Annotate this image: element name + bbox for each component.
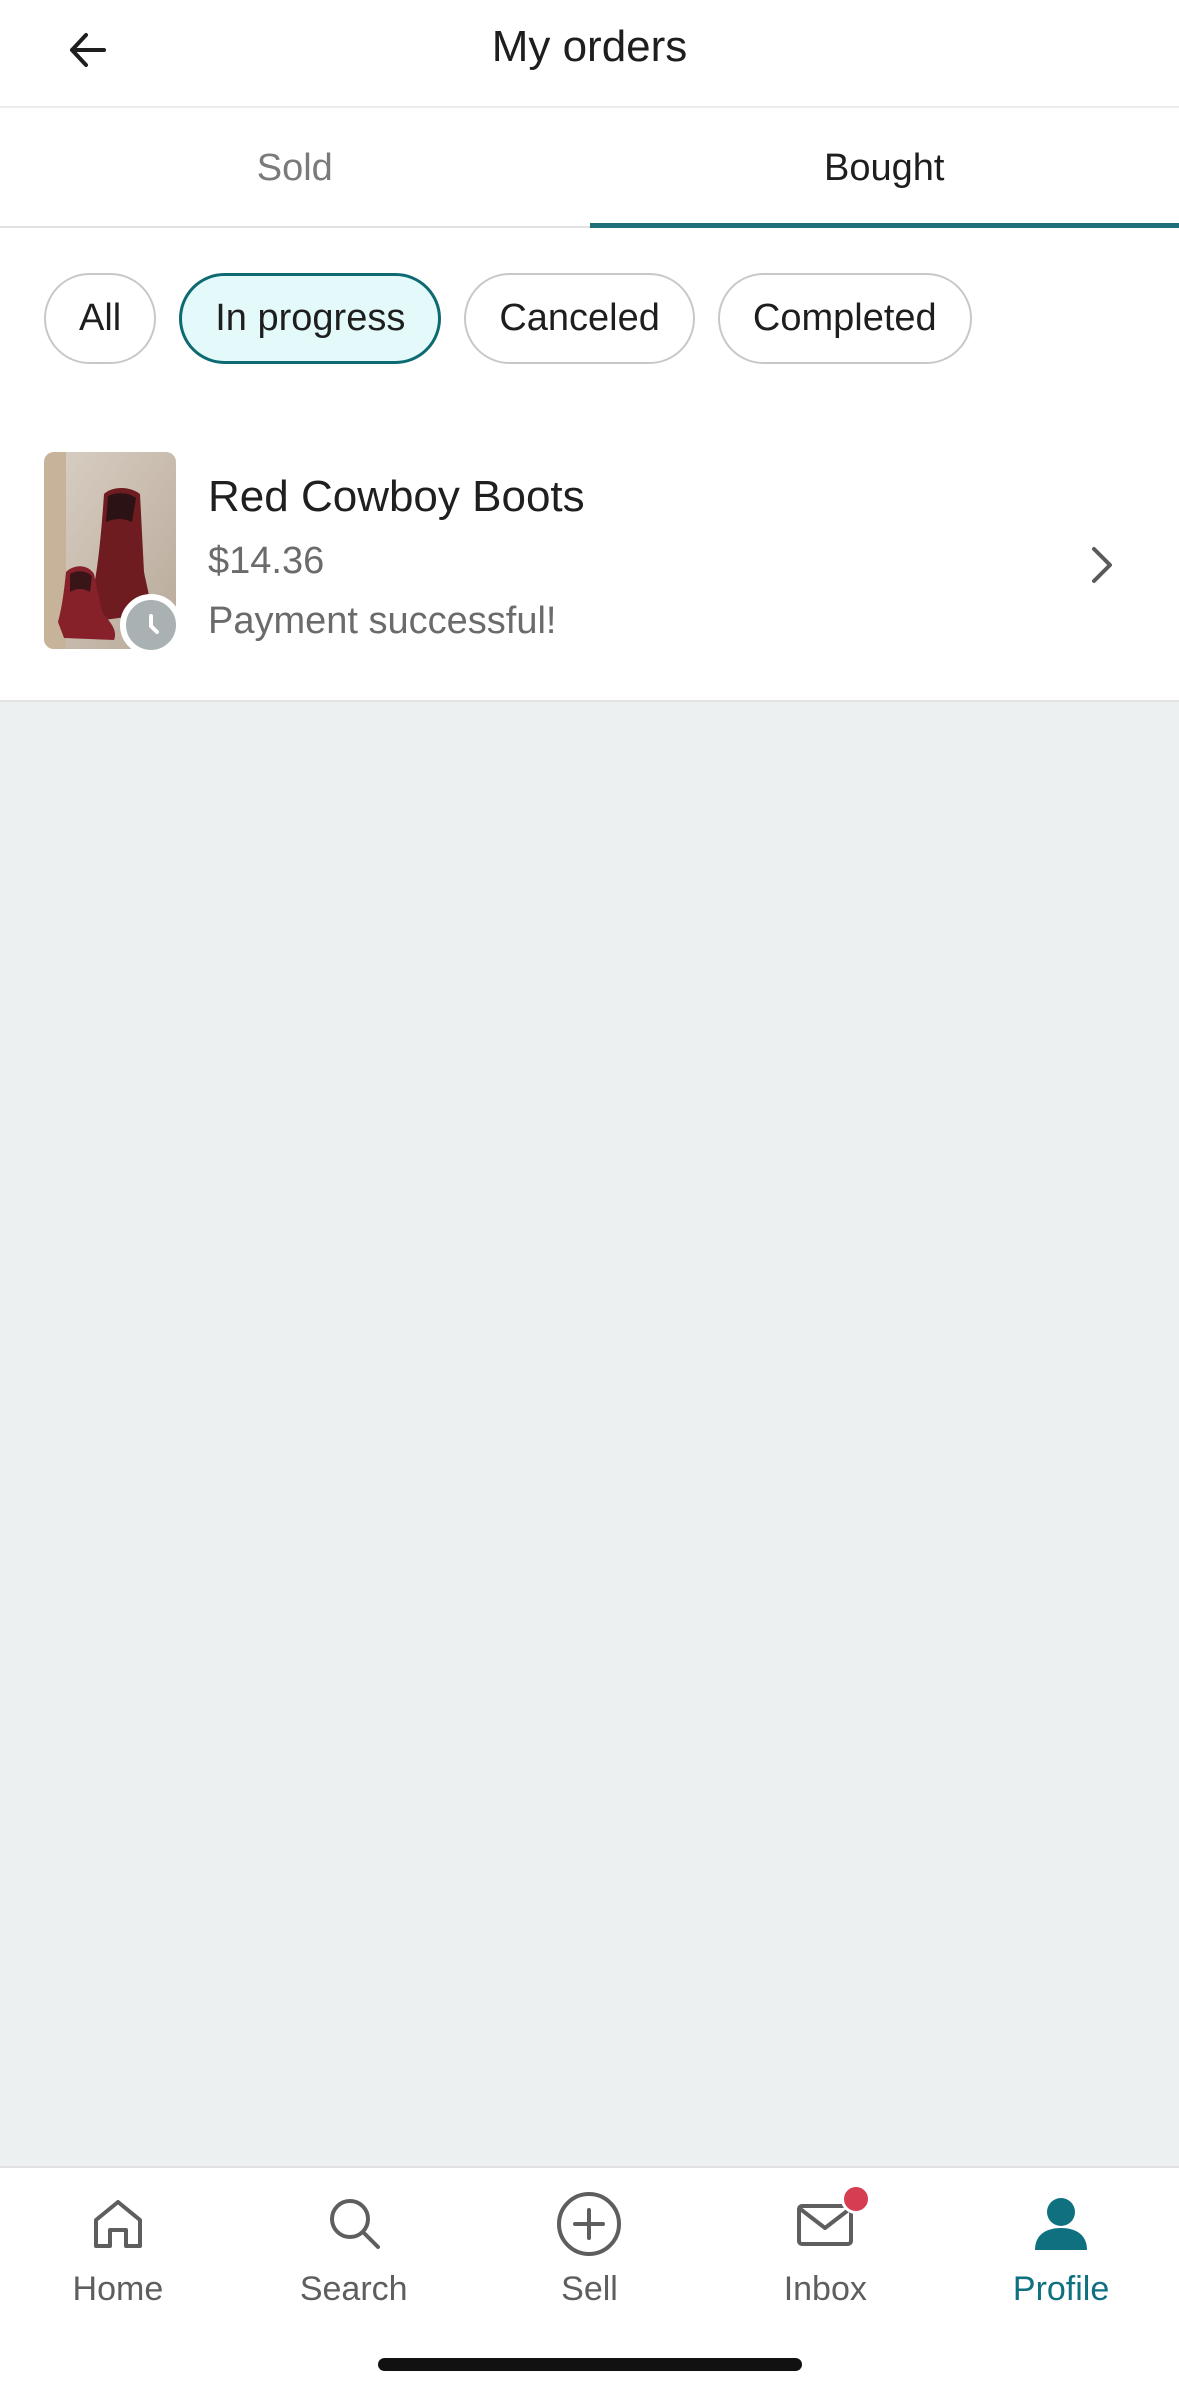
nav-home[interactable]: Home <box>0 2168 236 2318</box>
plus-circle-icon <box>553 2188 625 2260</box>
nav-sell[interactable]: Sell <box>472 2168 708 2318</box>
order-status: Payment successful! <box>208 600 557 642</box>
filter-chip-in-progress[interactable]: In progress <box>179 273 442 364</box>
chevron-right-icon <box>1080 535 1124 595</box>
nav-search[interactable]: Search <box>236 2168 472 2318</box>
nav-home-label: Home <box>72 2270 164 2308</box>
filter-chips: All In progress Canceled Completed <box>44 273 972 364</box>
tab-bought[interactable]: Bought <box>589 110 1179 228</box>
filter-chip-canceled[interactable]: Canceled <box>464 273 695 364</box>
home-icon <box>82 2188 154 2260</box>
search-icon <box>318 2188 390 2260</box>
nav-sell-label: Sell <box>561 2270 618 2308</box>
nav-inbox-label: Inbox <box>783 2270 867 2308</box>
clock-icon <box>120 594 182 656</box>
person-icon <box>1025 2188 1097 2260</box>
empty-content-area <box>0 702 1179 2166</box>
filter-chip-all[interactable]: All <box>44 273 157 364</box>
tab-bar: Sold Bought <box>0 110 1179 228</box>
nav-search-label: Search <box>299 2270 408 2308</box>
notification-badge <box>841 2184 872 2214</box>
tab-sold[interactable]: Sold <box>0 110 590 226</box>
nav-profile-label: Profile <box>1012 2270 1110 2308</box>
mail-icon <box>789 2184 872 2260</box>
order-title: Red Cowboy Boots <box>208 472 585 521</box>
app-header: My orders <box>0 0 1179 108</box>
home-indicator <box>378 2358 802 2371</box>
page-title: My orders <box>491 22 688 71</box>
nav-inbox[interactable]: Inbox <box>707 2168 943 2318</box>
order-list-item[interactable]: Red Cowboy Boots $14.36 Payment successf… <box>0 410 1179 702</box>
nav-profile[interactable]: Profile <box>943 2168 1179 2318</box>
order-price: $14.36 <box>208 540 325 582</box>
filter-chip-completed[interactable]: Completed <box>717 273 972 364</box>
